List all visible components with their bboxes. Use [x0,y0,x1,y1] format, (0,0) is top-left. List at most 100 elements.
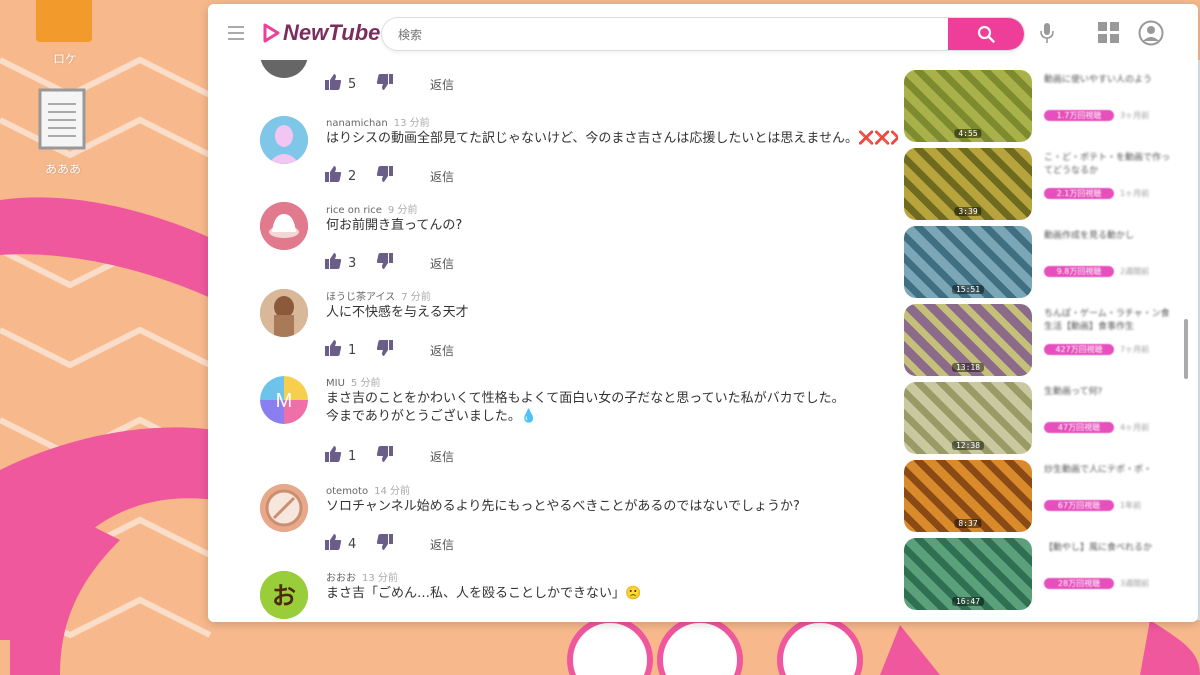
reply-button[interactable]: 返信 [430,448,454,465]
desktop-folder[interactable]: ロケ [30,0,100,67]
video-duration: 3:39 [954,207,982,216]
video-thumbnail[interactable]: 15:51 [904,226,1032,298]
video-age: 4ヶ月前 [1120,423,1150,432]
comment-actions: 1 返信 [324,446,454,466]
video-title[interactable]: 生動画って何? [1044,386,1172,399]
commenter-avatar[interactable] [260,116,308,164]
video-title[interactable]: ちんぽ・ゲーム・ラチャ・ン食生活【動画】食事作生 [1044,308,1172,334]
thumbs-up-icon[interactable] [324,165,342,187]
commenter-avatar[interactable] [260,202,308,250]
avatar-letter: M [276,390,293,412]
video-title[interactable]: こ・ど・ポテト・を動画で作ってどうなるか [1044,152,1172,178]
video-thumbnail[interactable]: 12:38 [904,382,1032,454]
thumbs-up-icon[interactable] [324,339,342,361]
desktop-file[interactable]: あああ [28,88,98,177]
commenter-avatar[interactable]: M [260,376,308,424]
apps-grid-icon[interactable] [1098,22,1120,48]
commenter-avatar[interactable] [260,289,308,337]
comment-meta: MIU 5 分前 [326,374,380,389]
commenter-avatar[interactable] [260,484,308,532]
comment-time[interactable]: 13 分前 [394,118,430,129]
commenter-avatar[interactable] [260,60,308,78]
view-count-badge: 2.1万回視聴 [1044,188,1114,199]
comment-time[interactable]: 7 分前 [401,292,431,303]
video-title[interactable]: 動画作成を見る動かし [1044,230,1172,243]
video-title[interactable]: 炒生動画で人にテポ・ポ・ [1044,464,1172,477]
video-thumbnail[interactable]: 8:37 [904,460,1032,532]
reply-button[interactable]: 返信 [430,76,454,93]
commenter-avatar[interactable]: お [260,571,308,619]
logo[interactable]: NewTube [262,20,380,46]
avatar-letter: お [272,582,296,610]
play-logo-icon [263,23,280,43]
thumbs-up-icon[interactable] [324,445,342,467]
desktop-file-label: あああ [44,162,81,176]
comment-line-2: 今までありがとうございました。💧 [326,409,538,424]
video-card[interactable]: 13:18 ちんぽ・ゲーム・ラチャ・ン食生活【動画】食事作生 427万回視聴 7ヶ月前 [904,304,1170,376]
comment-time[interactable]: 14 分前 [374,486,410,497]
video-thumbnail[interactable]: 4:55 [904,70,1032,142]
search-input[interactable] [382,18,960,50]
thumbs-down-icon[interactable] [376,252,394,274]
search-button[interactable] [948,18,1024,50]
comment-text: 何お前開き直ってんの? [326,218,463,233]
thumbs-up-icon[interactable] [324,533,342,555]
thumbs-down-icon[interactable] [376,339,394,361]
thumbs-up-icon[interactable] [324,252,342,274]
video-title[interactable]: 動画に使いやすい人のよう [1044,74,1172,87]
video-card[interactable]: 15:51 動画作成を見る動かし 9.8万回視聴 2週間前 [904,226,1164,298]
reply-button[interactable]: 返信 [430,168,454,185]
thumbs-down-icon[interactable] [376,73,394,95]
document-icon [38,88,86,150]
video-thumbnail[interactable]: 13:18 [904,304,1032,376]
scrollbar-thumb[interactable] [1184,319,1188,379]
video-age: 1年前 [1120,501,1142,510]
view-count-badge: 1.7万回視聴 [1044,110,1114,121]
video-age: 3週間前 [1120,579,1150,588]
view-count-badge: 67万回視聴 [1044,500,1114,511]
video-duration: 12:38 [951,441,985,450]
like-count: 1 [348,448,357,464]
like-count: 3 [348,255,357,271]
comment-author[interactable]: ほうじ茶アイス [326,292,395,303]
video-card[interactable]: 16:47 【動やし】風に食べれるか 28万回視聴 3週間前 [904,538,1164,610]
reply-button[interactable]: 返信 [430,255,454,272]
reply-button[interactable]: 返信 [430,536,454,553]
hamburger-menu-icon[interactable] [228,26,244,40]
microphone-icon[interactable] [1040,22,1054,48]
view-count-badge: 47万回視聴 [1044,422,1114,433]
thumbs-down-icon[interactable] [376,445,394,467]
video-thumbnail[interactable]: 3:39 [904,148,1032,220]
video-card[interactable]: 3:39 こ・ど・ポテト・を動画で作ってどうなるか 2.1万回視聴 1ヶ月前 [904,148,1170,220]
comment-author[interactable]: MIU [326,378,345,389]
video-age: 1ヶ月前 [1120,189,1150,198]
video-duration: 4:55 [954,129,982,138]
top-bar: NewTube [208,4,1198,60]
comment-text: はりシスの動画全部見てた訳じゃないけど、今のまさ吉さんは応援したいとは思えません… [326,130,898,148]
like-count: 1 [348,342,357,358]
comment-meta: ほうじ茶アイス 7 分前 [326,288,431,303]
thumbs-up-icon[interactable] [324,73,342,95]
thumbs-down-icon[interactable] [376,165,394,187]
newtube-window: NewTube 検索 5 返信 nanamichan 13 分前 はりシスの動画… [208,4,1198,622]
comment-time[interactable]: 5 分前 [351,378,381,389]
video-title[interactable]: 【動やし】風に食べれるか [1044,542,1172,555]
video-card[interactable]: 4:55 動画に使いやすい人のよう 1.7万回視聴 3ヶ月前 [904,70,1164,142]
thumbs-down-icon[interactable] [376,533,394,555]
reply-button[interactable]: 返信 [430,342,454,359]
video-thumbnail[interactable]: 16:47 [904,538,1032,610]
comment-time[interactable]: 13 分前 [362,573,398,584]
comment-author[interactable]: おおお [326,573,356,584]
account-avatar-icon[interactable] [1138,20,1164,50]
comments-list: 5 返信 nanamichan 13 分前 はりシスの動画全部見てた訳じゃないけど… [208,60,898,622]
video-card[interactable]: 8:37 炒生動画で人にテポ・ポ・ 67万回視聴 1年前 [904,460,1164,532]
video-age: 2週間前 [1120,267,1150,276]
video-card[interactable]: 12:38 生動画って何? 47万回視聴 4ヶ月前 [904,382,1164,454]
like-count: 2 [348,168,357,184]
comment-author[interactable]: otemoto [326,486,368,497]
comment-author[interactable]: rice on rice [326,205,382,216]
comment-author[interactable]: nanamichan [326,118,388,129]
view-count-badge: 28万回視聴 [1044,578,1114,589]
comment-time[interactable]: 9 分前 [388,205,418,216]
comment-actions: 2 返信 [324,166,454,186]
